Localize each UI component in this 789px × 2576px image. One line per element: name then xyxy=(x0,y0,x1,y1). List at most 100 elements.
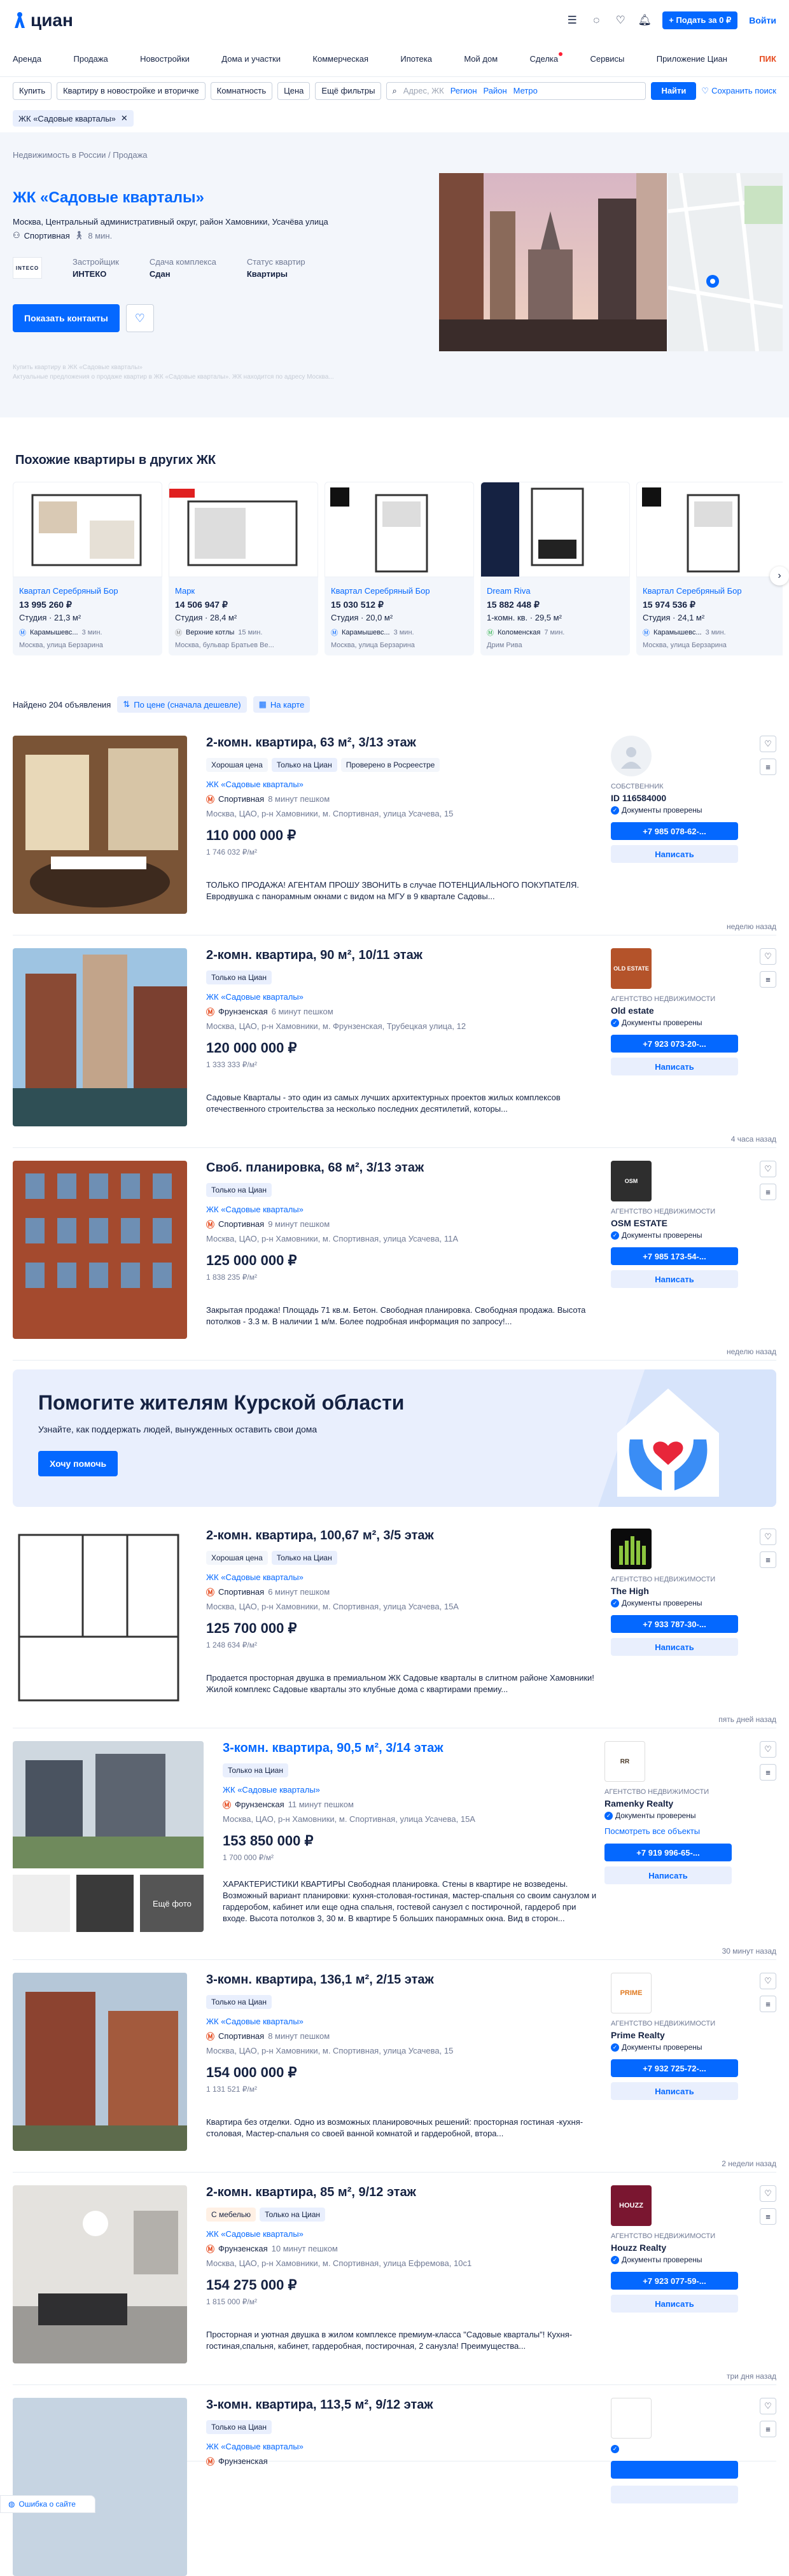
offer-photo[interactable]: Ещё фото xyxy=(13,1741,204,1932)
write-button[interactable]: Написать xyxy=(611,1638,738,1656)
close-icon[interactable]: ✕ xyxy=(121,113,128,123)
offer-complex-link[interactable]: ЖК «Садовые кварталы» xyxy=(223,1785,598,1795)
favorites-icon[interactable]: ♡ xyxy=(614,14,627,27)
nav-commercial[interactable]: Коммерческая xyxy=(312,54,368,64)
show-phone-button[interactable]: +7 985 078-62-... xyxy=(611,822,738,840)
complex-map[interactable] xyxy=(668,173,783,351)
object-type-select[interactable]: Квартиру в новостройке и вторичке xyxy=(57,81,206,100)
notifications-icon[interactable]: 🔔︎ xyxy=(638,14,652,27)
show-phone-button[interactable]: +7 919 996-65-... xyxy=(604,1844,732,1861)
favorite-button[interactable]: ♡ xyxy=(760,1529,776,1545)
offer-photo[interactable] xyxy=(13,2398,187,2576)
nav-houses[interactable]: Дома и участки xyxy=(221,54,281,64)
nav-app[interactable]: Приложение Циан xyxy=(657,54,727,64)
nav-services[interactable]: Сервисы xyxy=(590,54,624,64)
seller-name[interactable]: Old estate xyxy=(611,1005,746,1016)
rooms-select[interactable]: Комнатность xyxy=(210,81,273,100)
favorite-button[interactable]: ♡ xyxy=(760,1741,776,1758)
offer-title[interactable]: 2-комн. квартира, 90 м², 10/11 этаж xyxy=(206,948,601,963)
more-photos-label[interactable]: Ещё фото xyxy=(153,1899,192,1908)
carousel-next-button[interactable]: › xyxy=(770,566,789,585)
seller-name[interactable]: ID 116584000 xyxy=(611,793,746,803)
offer-title[interactable]: 2-комн. квартира, 100,67 м², 3/5 этаж xyxy=(206,1529,601,1543)
favorite-button[interactable]: ♡ xyxy=(760,948,776,965)
post-ad-button[interactable]: + Подать за 0 ₽ xyxy=(662,11,738,29)
more-button[interactable]: ≡ xyxy=(760,1764,776,1781)
breadcrumb[interactable]: Недвижимость в России / Продажа xyxy=(13,150,776,160)
seller-name[interactable]: The High xyxy=(611,1586,746,1596)
seller-name[interactable]: OSM ESTATE xyxy=(611,1218,746,1228)
show-phone-button[interactable]: +7 923 077-59-... xyxy=(611,2272,738,2290)
filter-chip[interactable]: ЖК «Садовые кварталы» ✕ xyxy=(13,110,134,127)
seller-avatar[interactable] xyxy=(611,1529,746,1569)
offer-card[interactable]: 3-комн. квартира, 113,5 м², 9/12 этаж То… xyxy=(13,2385,776,2576)
offer-complex-link[interactable]: ЖК «Садовые кварталы» xyxy=(206,1572,601,1582)
offer-photo[interactable] xyxy=(13,948,187,1126)
more-button[interactable]: ≡ xyxy=(760,971,776,988)
offer-title[interactable]: 2-комн. квартира, 85 м², 9/12 этаж xyxy=(206,2185,601,2200)
more-button[interactable]: ≡ xyxy=(760,1551,776,1568)
offer-photo[interactable] xyxy=(13,1529,187,1707)
nav-deal[interactable]: Сделка xyxy=(530,52,563,64)
offer-title[interactable]: Своб. планировка, 68 м², 3/13 этаж xyxy=(206,1161,601,1175)
seller-avatar[interactable] xyxy=(611,2398,746,2439)
more-button[interactable]: ≡ xyxy=(760,759,776,775)
seller-name[interactable]: Ramenky Realty xyxy=(604,1798,739,1809)
offer-card[interactable]: Ещё фото 3-комн. квартира, 90,5 м², 3/14… xyxy=(13,1728,776,1960)
show-phone-button[interactable]: +7 932 725-72-... xyxy=(611,2059,738,2077)
district-link[interactable]: Район xyxy=(484,86,507,95)
favorite-button[interactable]: ♡ xyxy=(760,2398,776,2414)
favorite-button[interactable]: ♡ xyxy=(760,1973,776,1989)
more-button[interactable]: ≡ xyxy=(760,1184,776,1200)
similar-card[interactable]: Квартал Серебряный Бор 15 030 512 ₽ Студ… xyxy=(325,482,474,655)
write-button[interactable]: Написать xyxy=(604,1866,732,1884)
favorite-button[interactable]: ♡ xyxy=(760,2185,776,2202)
complex-photo[interactable] xyxy=(439,173,667,351)
show-phone-button[interactable]: +7 923 073-20-... xyxy=(611,1035,738,1053)
seller-avatar[interactable]: HOUZZ xyxy=(611,2185,746,2226)
offer-title[interactable]: 3-комн. квартира, 136,1 м², 2/15 этаж xyxy=(206,1973,601,1987)
offer-card[interactable]: 2-комн. квартира, 63 м², 3/13 этаж Хорош… xyxy=(13,723,776,935)
nav-pik[interactable]: ПИК xyxy=(759,54,776,64)
search-input[interactable]: ⌕ Адрес, ЖК Регион Район Метро xyxy=(386,81,646,100)
cian-logo[interactable]: циан xyxy=(13,10,73,31)
login-link[interactable]: Войти xyxy=(749,15,776,25)
offer-complex-link[interactable]: ЖК «Садовые кварталы» xyxy=(206,1205,601,1214)
seller-avatar[interactable]: OSM xyxy=(611,1161,746,1201)
compare-icon[interactable]: ☰ xyxy=(566,14,578,27)
nav-new-buildings[interactable]: Новостройки xyxy=(140,54,190,64)
sort-button[interactable]: ⇅ По цене (сначала дешевле) xyxy=(117,696,247,713)
seller-name[interactable]: Prime Realty xyxy=(611,2030,746,2040)
offer-card[interactable]: 2-комн. квартира, 90 м², 10/11 этаж Толь… xyxy=(13,935,776,1148)
offer-complex-link[interactable]: ЖК «Садовые кварталы» xyxy=(206,2442,601,2451)
seller-avatar[interactable]: OLD ESTATE xyxy=(611,948,746,989)
offer-card[interactable]: 2-комн. квартира, 100,67 м², 3/5 этаж Хо… xyxy=(13,1516,776,1728)
offer-complex-link[interactable]: ЖК «Садовые кварталы» xyxy=(206,780,601,789)
similar-card[interactable]: Квартал Серебряный Бор 15 974 536 ₽ Студ… xyxy=(636,482,783,655)
more-filters-button[interactable]: Ещё фильтры xyxy=(315,81,382,100)
more-button[interactable]: ≡ xyxy=(760,2421,776,2437)
save-search-button[interactable]: ♡ Сохранить поиск xyxy=(701,86,776,96)
deal-type-select[interactable]: Купить xyxy=(13,81,52,100)
similar-card[interactable]: Квартал Серебряный Бор 13 995 260 ₽ Студ… xyxy=(13,482,162,655)
help-button[interactable]: Хочу помочь xyxy=(38,1451,118,1476)
region-link[interactable]: Регион xyxy=(450,86,477,95)
offer-title[interactable]: 3-комн. квартира, 113,5 м², 9/12 этаж xyxy=(206,2398,601,2412)
metro-link[interactable]: Метро xyxy=(513,86,538,95)
favorite-button[interactable]: ♡ xyxy=(760,1161,776,1177)
offer-complex-link[interactable]: ЖК «Садовые кварталы» xyxy=(206,2229,601,2239)
seller-avatar[interactable] xyxy=(611,736,746,776)
chat-icon[interactable]: ◌ xyxy=(590,14,603,27)
similar-card[interactable]: Dream Riva 15 882 448 ₽ 1-комн. кв. · 29… xyxy=(480,482,630,655)
offer-title[interactable]: 2-комн. квартира, 63 м², 3/13 этаж xyxy=(206,736,601,750)
offer-complex-link[interactable]: ЖК «Садовые кварталы» xyxy=(206,2017,601,2026)
offer-card[interactable]: Своб. планировка, 68 м², 3/13 этаж Тольк… xyxy=(13,1148,776,1361)
show-phone-button[interactable]: +7 933 787-30-... xyxy=(611,1615,738,1633)
nav-rent[interactable]: Аренда xyxy=(13,54,41,64)
favorite-button[interactable]: ♡ xyxy=(760,736,776,752)
offer-title[interactable]: 3-комн. квартира, 90,5 м², 3/14 этаж xyxy=(223,1741,598,1756)
seller-avatar[interactable]: PRIME xyxy=(611,1973,746,2013)
seller-name[interactable]: Houzz Realty xyxy=(611,2243,746,2253)
offer-photo[interactable] xyxy=(13,2185,187,2363)
nav-mortgage[interactable]: Ипотека xyxy=(400,54,432,64)
